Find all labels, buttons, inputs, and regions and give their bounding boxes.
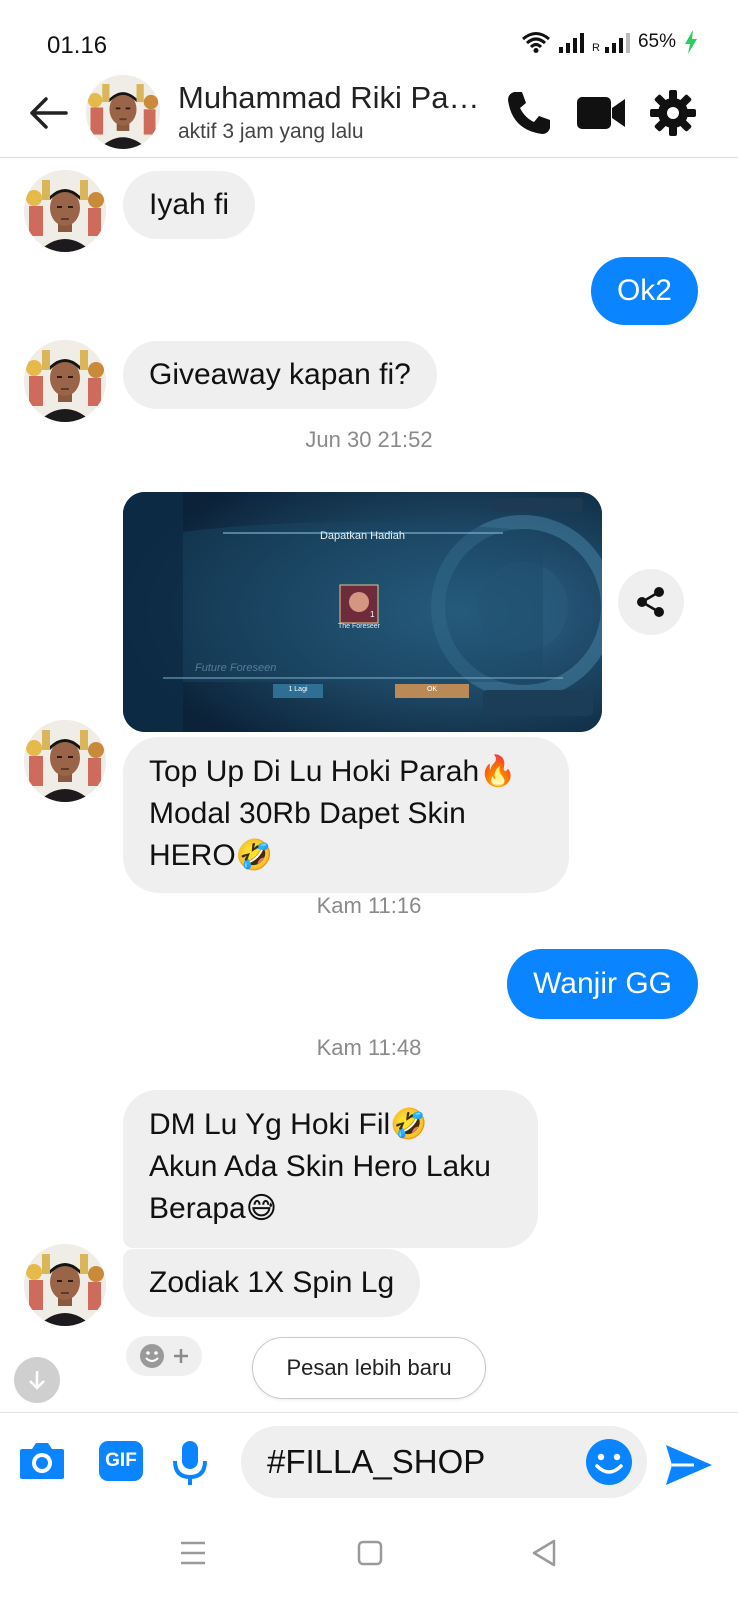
image-btn-right: OK [426,686,438,693]
microphone-icon[interactable] [170,1439,210,1487]
message-bubble-incoming[interactable]: Top Up Di Lu Hoki Parah🔥 Modal 30Rb Dape… [123,737,569,893]
arrow-down-icon [29,1371,45,1390]
video-camera-icon[interactable] [574,86,628,140]
home-icon[interactable] [356,1539,384,1567]
contact-avatar[interactable] [86,75,160,149]
image-bottom-text: Future Foreseen [195,662,277,674]
plus-icon [174,1349,188,1363]
gif-button[interactable]: GIF [99,1441,143,1481]
composer-bar: GIF #FILLA_SHOP [0,1412,738,1512]
message-list[interactable]: Iyah fi Ok2 Giveaway kapan fi? Jun 30 21… [0,159,738,1409]
message-line: DM Lu Yg Hoki Fil [149,1108,391,1141]
add-reaction-button[interactable] [126,1336,202,1376]
contact-name[interactable]: Muhammad Riki Pa… [178,80,479,116]
system-nav-bar [0,1512,738,1600]
share-icon [637,587,664,617]
message-line: Top Up Di Lu Hoki Parah [149,755,480,788]
message-bubble-incoming[interactable]: Iyah fi [123,171,256,239]
sender-avatar[interactable] [24,170,106,252]
laughing-emoji: 🤣 [235,839,274,872]
gear-icon[interactable] [646,86,700,140]
message-bubble-outgoing[interactable]: Ok2 [590,257,698,325]
timestamp: Kam 11:16 [316,893,422,918]
sweat-smile-emoji: 😅 [245,1192,278,1225]
fire-emoji: 🔥 [479,755,517,788]
battery-percent: 65% [637,31,676,52]
camera-icon[interactable] [18,1439,66,1483]
timestamp: Jun 30 21:52 [305,427,433,452]
laughing-emoji: 🤣 [390,1108,428,1141]
roaming-label: R [592,42,600,54]
message-input[interactable]: #FILLA_SHOP [241,1426,647,1498]
status-bar: 01.16 R 65% [0,0,738,80]
message-bubble-outgoing[interactable]: Wanjir GG [507,949,698,1019]
message-input-text[interactable]: #FILLA_SHOP [267,1443,485,1481]
scroll-down-button[interactable] [14,1357,60,1403]
status-icons: R 65% [521,30,698,54]
chat-header: Muhammad Riki Pa… aktif 3 jam yang lalu [0,70,738,158]
image-item-count: 1 [370,610,375,619]
wifi-icon [522,32,550,53]
image-btn-left: 1 Lagi [288,686,308,693]
message-bubble-incoming[interactable]: Giveaway kapan fi? [123,341,437,409]
image-message[interactable]: Dapatkan Hadiah 1 The Foreseer Future Fo… [123,492,602,732]
back-arrow-icon[interactable] [24,88,74,138]
charging-icon [685,30,697,54]
message-bubble-incoming[interactable]: DM Lu Yg Hoki Fil🤣 Akun Ada Skin Hero La… [123,1090,538,1248]
sender-avatar[interactable] [24,1244,106,1326]
message-line: Akun Ada Skin Hero Laku [149,1150,491,1183]
send-icon[interactable] [664,1443,714,1487]
signal-icon [559,31,585,53]
sender-avatar[interactable] [24,340,106,422]
sender-avatar[interactable] [24,720,106,802]
emoji-icon[interactable] [585,1438,633,1486]
message-line: HERO [149,839,236,872]
message-line: Modal 30Rb Dapet Skin [149,797,466,830]
status-time: 01.16 [47,32,108,59]
image-dialog-title: Dapatkan Hadiah [319,530,405,542]
back-triangle-icon[interactable] [530,1538,558,1568]
image-item-name: The Foreseer [337,623,381,630]
menu-icon[interactable] [179,1540,207,1566]
share-button[interactable] [618,569,684,635]
phone-icon[interactable] [502,86,556,140]
contact-status: aktif 3 jam yang lalu [178,120,364,143]
signal-roaming-icon: R [592,31,630,54]
message-bubble-incoming[interactable]: Zodiak 1X Spin Lg [123,1249,421,1317]
smiley-icon [140,1344,164,1368]
newer-messages-button[interactable]: Pesan lebih baru [252,1337,486,1399]
timestamp: Kam 11:48 [316,1035,422,1060]
message-line: Berapa [149,1192,246,1225]
